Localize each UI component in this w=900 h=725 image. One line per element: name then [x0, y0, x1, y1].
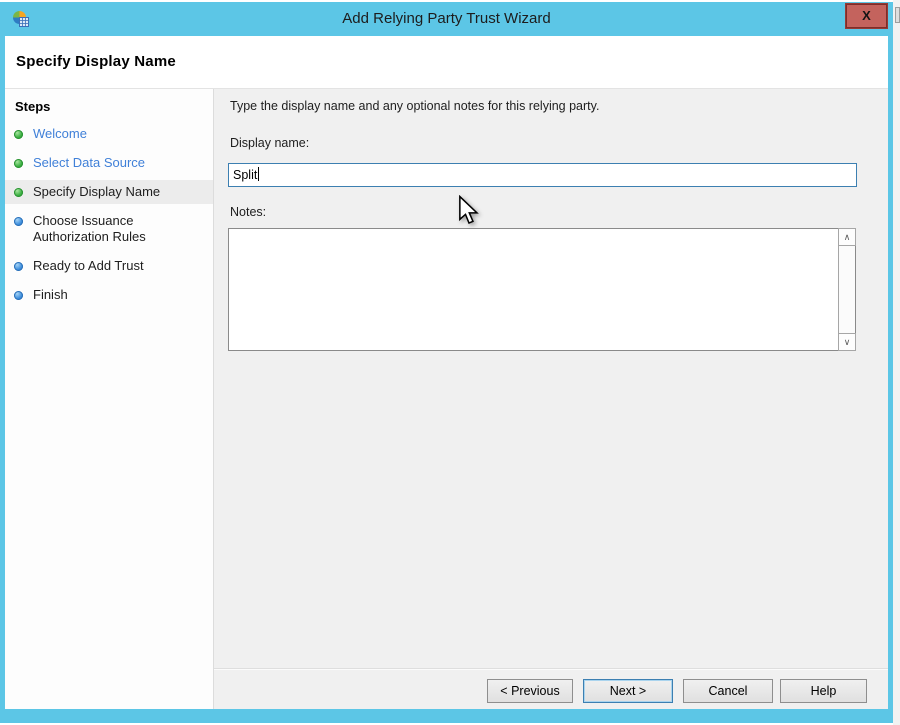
next-button[interactable]: Next > [583, 679, 673, 703]
display-name-label: Display name: [230, 136, 309, 150]
scroll-up-icon[interactable]: ∧ [838, 228, 856, 246]
titlebar: Add Relying Party Trust Wizard X [0, 2, 893, 36]
step-done-icon [14, 159, 23, 168]
wizard-content: Type the display name and any optional n… [214, 89, 888, 668]
step-done-icon [14, 130, 23, 139]
screen: Add Relying Party Trust Wizard X Specify… [0, 0, 900, 725]
step-pending-icon [14, 291, 23, 300]
step-pending-icon [14, 217, 23, 226]
step-pending-icon [14, 262, 23, 271]
previous-button[interactable]: < Previous [487, 679, 573, 703]
step-item-select-data-source[interactable]: Select Data Source [5, 151, 213, 175]
step-item-specify-display-name: Specify Display Name [5, 180, 213, 204]
page-header: Specify Display Name [5, 36, 888, 89]
step-item-finish: Finish [5, 283, 213, 307]
display-name-value: Split [233, 168, 257, 182]
client-area: Specify Display Name Steps Welcome Selec… [5, 36, 888, 709]
notes-label: Notes: [230, 205, 266, 219]
main-column: Type the display name and any optional n… [214, 89, 888, 709]
intro-text: Type the display name and any optional n… [230, 99, 599, 113]
wizard-body: Steps Welcome Select Data Source Spec [5, 89, 888, 709]
notes-scrollbar[interactable]: ∧ ∨ [838, 229, 855, 350]
step-item-welcome[interactable]: Welcome [5, 122, 213, 146]
steps-header: Steps [15, 99, 213, 114]
scroll-down-icon[interactable]: ∨ [838, 333, 856, 351]
step-done-icon [14, 188, 23, 197]
mouse-cursor-icon [457, 195, 481, 227]
notes-textarea[interactable]: ∧ ∨ [228, 228, 856, 351]
step-item-ready-to-add-trust: Ready to Add Trust [5, 254, 213, 278]
steps-list: Welcome Select Data Source Specify Displ… [5, 122, 213, 307]
display-name-input[interactable]: Split [228, 163, 857, 187]
background-window-edge [893, 0, 900, 725]
close-button[interactable]: X [845, 3, 888, 29]
cancel-button[interactable]: Cancel [683, 679, 773, 703]
text-caret [258, 167, 259, 181]
background-window-fragment [895, 7, 900, 23]
window-title: Add Relying Party Trust Wizard [0, 2, 893, 36]
page-title: Specify Display Name [16, 53, 888, 70]
step-item-choose-issuance-authorization-rules: Choose Issuance Authorization Rules [5, 209, 213, 249]
steps-sidebar: Steps Welcome Select Data Source Spec [5, 89, 214, 709]
button-bar: < Previous Next > Cancel Help [214, 668, 888, 709]
wizard-window: Add Relying Party Trust Wizard X Specify… [0, 2, 893, 723]
help-button[interactable]: Help [780, 679, 867, 703]
scrollbar-track[interactable] [839, 245, 855, 333]
